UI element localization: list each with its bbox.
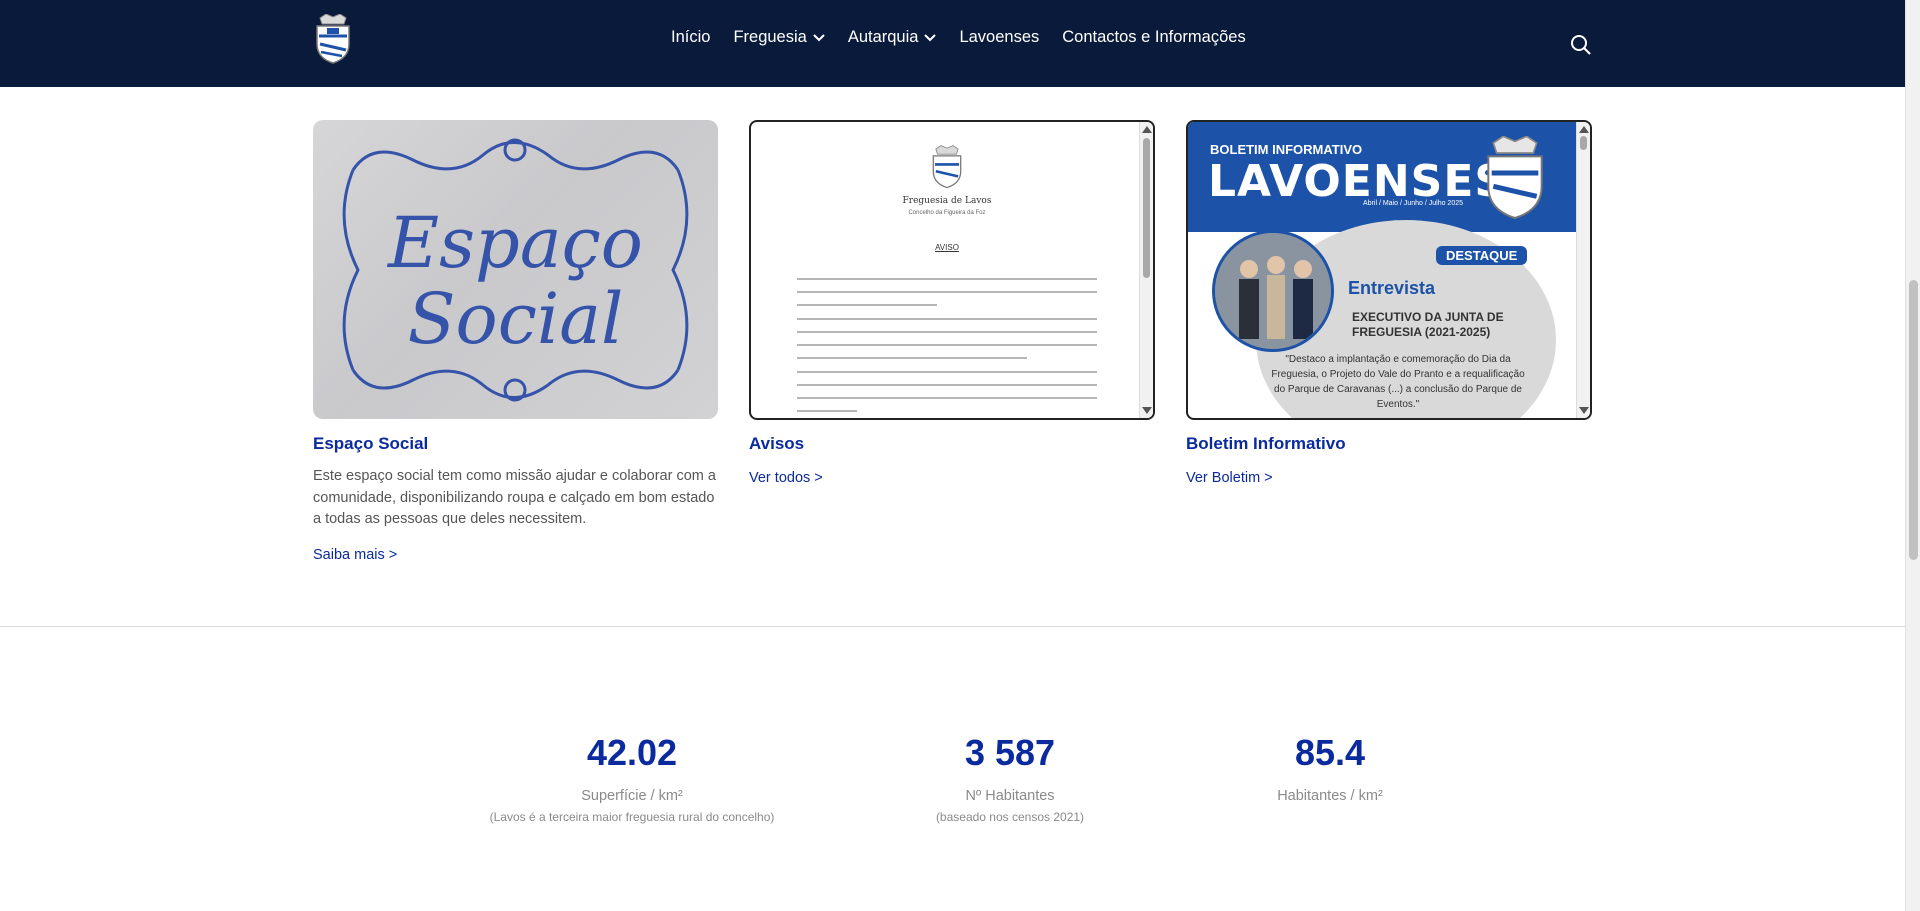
boletim-cover-header: BOLETIM INFORMATIVO LAVOENSES Abril / Ma… (1188, 122, 1578, 232)
stat-note: (Lavos é a terceira maior freguesia rura… (489, 810, 775, 824)
nav-item-autarquia[interactable]: Autarquia (848, 28, 937, 47)
page-scrollbar-thumb[interactable] (1909, 280, 1918, 560)
stat-label: Nº Habitantes (965, 788, 1055, 804)
stat-label: Habitantes / km² (1277, 788, 1383, 804)
ver-todos-link[interactable]: Ver todos > (749, 470, 823, 486)
document-scrollbar[interactable] (1139, 122, 1153, 418)
section-divider (0, 626, 1905, 627)
search-icon[interactable] (1569, 33, 1593, 57)
espaco-social-image-line1: Espaço (388, 202, 643, 284)
boletim-cover-date: Abril / Maio / Junho / Julho 2025 (1363, 200, 1464, 207)
nav-item-lavoenses[interactable]: Lavoenses (959, 28, 1039, 47)
stat-densidade: 85.4 Habitantes / km² (1180, 732, 1480, 804)
stat-value: 85.4 (1294, 732, 1366, 773)
saiba-mais-link[interactable]: Saiba mais > (313, 547, 397, 563)
doc-title: Freguesia de Lavos (902, 196, 992, 206)
stat-superficie: 42.02 Superfície / km² (Lavos é a tercei… (432, 732, 832, 824)
nav-item-label: Autarquia (847, 28, 919, 46)
nav-item-inicio[interactable]: Início (671, 28, 710, 47)
card-title[interactable]: Espaço Social (313, 434, 428, 454)
card-description: Este espaço social tem como missão ajuda… (313, 468, 716, 527)
doc-heading: AVISO (935, 243, 959, 252)
stat-habitantes: 3 587 Nº Habitantes (baseado nos censos … (860, 732, 1160, 824)
nav-item-label: Freguesia (733, 28, 807, 46)
stat-label: Superfície / km² (581, 788, 683, 804)
page: Início Freguesia Autarquia Lavoenses Con… (0, 0, 1920, 911)
boletim-cover-heading: Entrevista (1348, 278, 1436, 298)
boletim-cover-photo (1212, 230, 1334, 352)
nav-item-contactos[interactable]: Contactos e Informações (1062, 28, 1245, 47)
boletim-cover-badge: DESTAQUE (1436, 246, 1528, 265)
coat-of-arms-icon (932, 145, 962, 189)
main-nav: Início Freguesia Autarquia Lavoenses Con… (671, 28, 1269, 47)
document-scrollbar[interactable] (1576, 122, 1590, 418)
espaco-social-image[interactable]: Espaço Social (313, 120, 718, 419)
stat-note: (baseado nos censos 2021) (935, 810, 1085, 824)
boletim-document-frame[interactable]: BOLETIM INFORMATIVO LAVOENSES Abril / Ma… (1186, 120, 1592, 420)
card-espaco-social: Espaço Social Espaço Social Este espaço … (313, 120, 718, 563)
coat-of-arms-logo[interactable] (312, 13, 354, 64)
page-scrollbar[interactable] (1905, 0, 1920, 911)
nav-item-label: Lavoenses (959, 28, 1040, 46)
boletim-cover-quote: "Destaco a implantação e comemoração do … (1271, 354, 1525, 410)
card-title[interactable]: Boletim Informativo (1186, 434, 1346, 454)
nav-item-label: Início (671, 28, 711, 46)
boletim-cover-subheading: EXECUTIVO DA JUNTA DE FREGUESIA (2021-20… (1352, 310, 1504, 339)
site-header: Início Freguesia Autarquia Lavoenses Con… (0, 0, 1905, 87)
stat-value: 3 587 (964, 732, 1056, 773)
chevron-down-icon (813, 33, 825, 41)
coat-of-arms-icon (1487, 136, 1543, 220)
doc-subtitle: Concelho da Figueira da Foz (908, 210, 986, 216)
card-title[interactable]: Avisos (749, 434, 804, 454)
ver-boletim-link[interactable]: Ver Boletim > (1186, 470, 1273, 486)
chevron-down-icon (924, 33, 937, 41)
boletim-cover-label: BOLETIM INFORMATIVO (1210, 142, 1363, 157)
stat-value: 42.02 (586, 732, 678, 773)
espaco-social-image-line2: Social (407, 278, 624, 360)
nav-item-freguesia[interactable]: Freguesia (733, 28, 825, 47)
aviso-document-frame[interactable]: Freguesia de Lavos Concelho da Figueira … (749, 120, 1155, 420)
nav-item-label: Contactos e Informações (1062, 28, 1246, 46)
